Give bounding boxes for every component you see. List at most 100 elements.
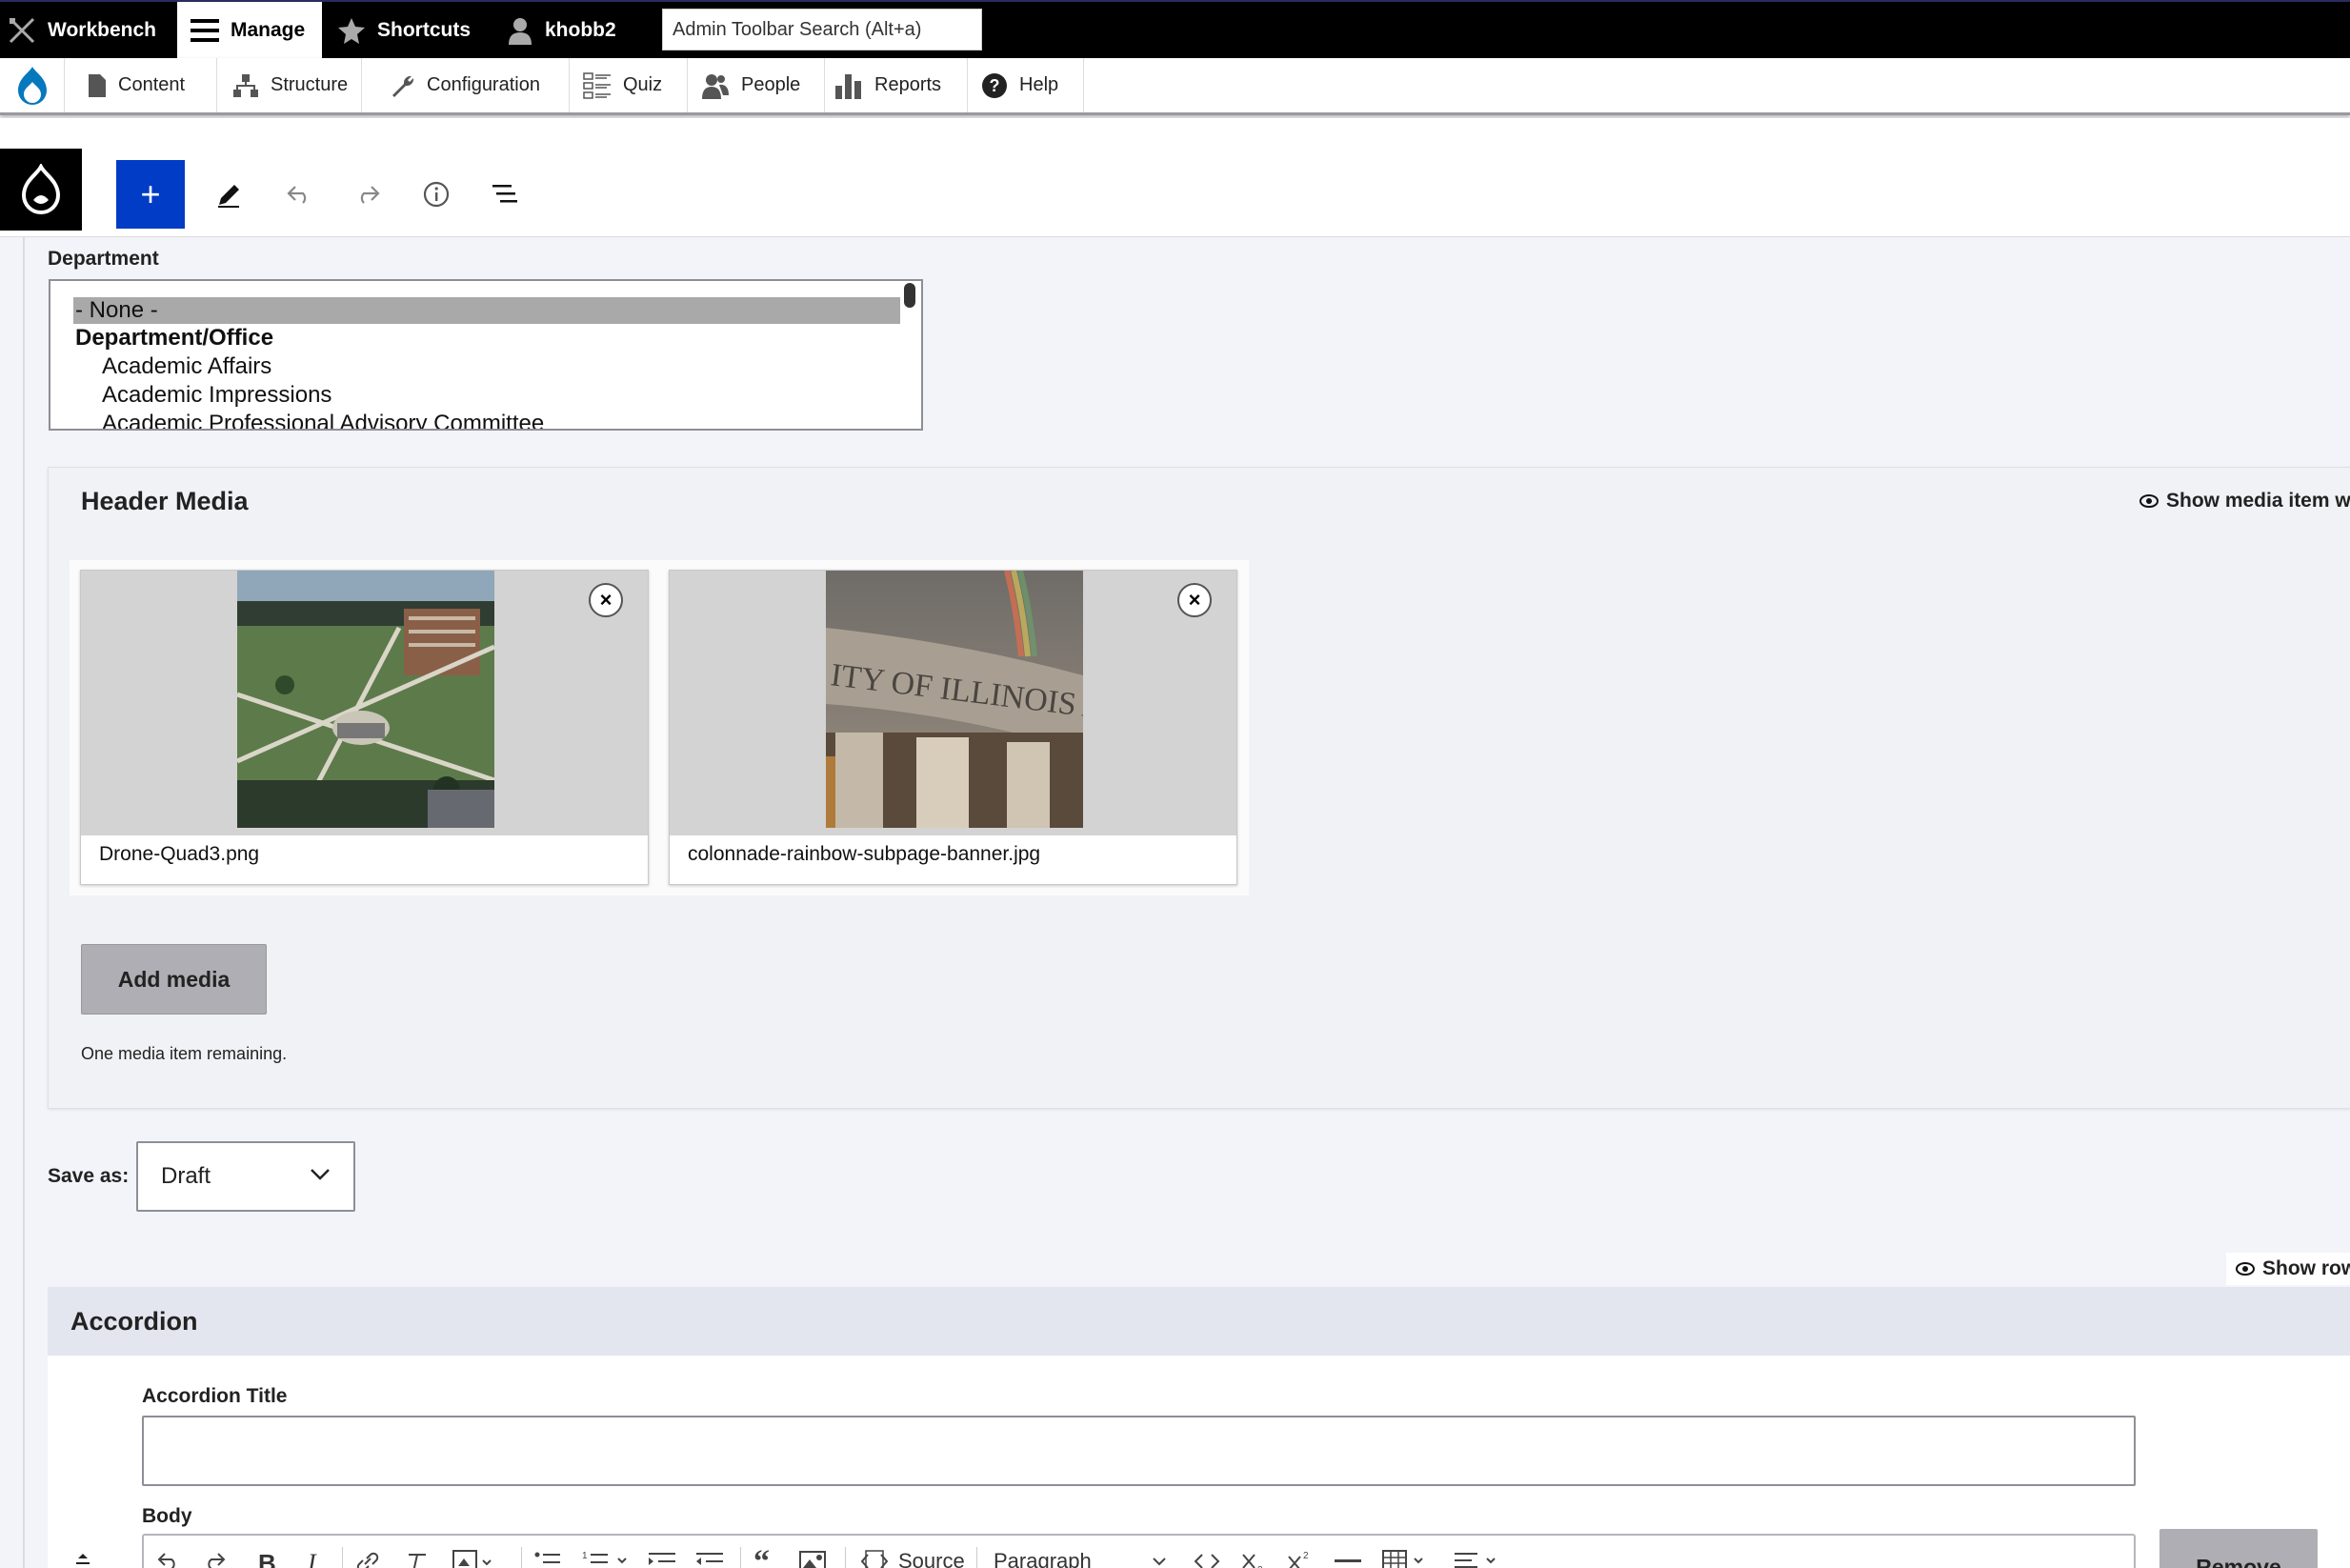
- nav-people-label: People: [741, 74, 801, 95]
- nav-help-label: Help: [1019, 74, 1059, 95]
- add-media-button[interactable]: Add media: [81, 944, 267, 1015]
- add-block-button[interactable]: +: [116, 160, 185, 229]
- indent-icon[interactable]: [649, 1551, 675, 1568]
- remove-paragraph-button[interactable]: Remove: [2159, 1529, 2318, 1568]
- nav-quiz-label: Quiz: [623, 74, 663, 95]
- add-media-label: Add media: [117, 966, 231, 992]
- toolbar-shortcuts[interactable]: Shortcuts: [337, 2, 471, 58]
- svg-text:1: 1: [582, 1551, 588, 1561]
- outline-button[interactable]: [484, 173, 526, 215]
- nav-quiz[interactable]: Quiz: [570, 58, 688, 112]
- accordion-header: [48, 1287, 2350, 1356]
- toolbar-workbench[interactable]: Workbench: [8, 2, 156, 58]
- select-scrollbar[interactable]: [904, 283, 915, 308]
- bulleted-list-icon[interactable]: [534, 1551, 561, 1568]
- toolbar-user-label: khobb2: [545, 18, 616, 41]
- admin-toolbar-search-input[interactable]: Admin Toolbar Search (Alt+a): [662, 9, 982, 50]
- table-icon[interactable]: [1382, 1549, 1428, 1568]
- remove-media-button[interactable]: ×: [589, 583, 623, 617]
- blockquote-icon[interactable]: “: [753, 1549, 780, 1568]
- media-insert-icon[interactable]: [452, 1549, 494, 1568]
- toolbar-separator: [976, 1547, 977, 1568]
- nav-configuration-label: Configuration: [427, 74, 540, 95]
- source-button[interactable]: Source: [898, 1549, 965, 1568]
- chevron-down-icon: [311, 1169, 330, 1180]
- nav-help[interactable]: ? Help: [968, 58, 1084, 112]
- paragraph-format-dropdown[interactable]: Paragraph: [994, 1549, 1092, 1568]
- media-item[interactable]: × Drone-Quad3.png: [80, 570, 649, 885]
- edit-button[interactable]: [209, 173, 251, 215]
- subscript-icon[interactable]: 2: [1241, 1551, 1268, 1568]
- nav-configuration[interactable]: Configuration: [362, 58, 570, 112]
- toolbar-separator: [740, 1547, 741, 1568]
- department-option[interactable]: Academic Affairs: [102, 353, 271, 380]
- workbench-icon: [9, 17, 35, 43]
- media-item[interactable]: ITY OF ILLINOIS AT × colonnade-rainbow-s…: [669, 570, 1237, 885]
- svg-text:?: ?: [990, 76, 1000, 95]
- redo-icon: [360, 186, 380, 204]
- save-as-label: Save as:: [48, 1165, 130, 1187]
- department-option[interactable]: - None -: [73, 297, 900, 324]
- editor-toolbar-bar: +: [0, 118, 2350, 237]
- remove-format-icon[interactable]: [405, 1551, 430, 1568]
- nav-content[interactable]: Content: [65, 58, 217, 112]
- eye-icon: [2236, 1262, 2255, 1276]
- toolbar-separator: [342, 1547, 343, 1568]
- nav-people[interactable]: People: [688, 58, 825, 112]
- source-icon: [860, 1550, 889, 1568]
- nav-structure-label: Structure: [271, 74, 349, 95]
- people-icon: [702, 73, 729, 99]
- toolbar-shortcuts-label: Shortcuts: [377, 18, 472, 41]
- svg-text:“: “: [753, 1549, 770, 1568]
- image-icon[interactable]: [799, 1549, 828, 1568]
- media-filename: colonnade-rainbow-subpage-banner.jpg: [688, 843, 1041, 865]
- accordion-title-input[interactable]: [142, 1416, 2136, 1486]
- toolbar-manage[interactable]: Manage: [177, 2, 322, 58]
- nav-reports[interactable]: Reports: [825, 58, 968, 112]
- ckeditor-toolbar: B I 1 “ Source Paragraph 2 2: [142, 1534, 2136, 1568]
- remove-media-button[interactable]: ×: [1177, 583, 1212, 617]
- close-icon: ×: [599, 588, 613, 612]
- quiz-icon: [583, 71, 611, 99]
- drupal-drop-icon[interactable]: [0, 149, 82, 231]
- department-option[interactable]: Academic Professional Advisory Committee: [102, 411, 544, 429]
- show-row-weights-link[interactable]: Show row: [2226, 1253, 2350, 1285]
- pencil-icon: [218, 185, 239, 208]
- nav-structure[interactable]: Structure: [217, 58, 362, 112]
- department-select[interactable]: - None - Department/Office Academic Affa…: [49, 279, 923, 431]
- nav-reports-label: Reports: [874, 74, 942, 95]
- chevron-down-icon: [1153, 1558, 1166, 1566]
- toolbar-user[interactable]: khobb2: [507, 2, 616, 58]
- department-option[interactable]: Academic Impressions: [102, 382, 331, 409]
- show-media-weights-link[interactable]: Show media item w: [2139, 490, 2350, 513]
- drag-handle-icon[interactable]: [72, 1553, 93, 1568]
- media-filename: Drone-Quad3.png: [99, 843, 260, 865]
- media-thumbnail: [81, 571, 648, 835]
- redo-button[interactable]: [347, 173, 389, 215]
- header-media-title: Header Media: [81, 487, 249, 515]
- hamburger-icon: [191, 18, 219, 42]
- numbered-list-icon[interactable]: 1: [582, 1549, 635, 1568]
- close-icon: ×: [1188, 588, 1201, 612]
- link-icon[interactable]: [355, 1551, 380, 1568]
- italic-button[interactable]: I: [308, 1549, 316, 1568]
- redo-icon[interactable]: [203, 1551, 226, 1568]
- horizontal-line-icon[interactable]: [1335, 1558, 1361, 1564]
- moderation-state-select[interactable]: Draft: [136, 1141, 355, 1212]
- alignment-icon[interactable]: [1455, 1551, 1508, 1568]
- info-icon: [423, 181, 450, 208]
- undo-icon[interactable]: [157, 1551, 180, 1568]
- code-icon[interactable]: [1194, 1551, 1220, 1568]
- show-row-weights-label: Show row: [2262, 1257, 2350, 1279]
- drupal-logo-icon[interactable]: [0, 58, 65, 112]
- accordion-title: Accordion: [70, 1307, 198, 1336]
- undo-button[interactable]: [278, 173, 320, 215]
- outdent-icon[interactable]: [696, 1551, 723, 1568]
- superscript-icon[interactable]: 2: [1287, 1549, 1314, 1568]
- user-icon: [509, 17, 532, 45]
- info-button[interactable]: [415, 173, 457, 215]
- drone-quad-image: [237, 571, 494, 828]
- bold-button[interactable]: B: [258, 1549, 276, 1568]
- left-divider: [23, 237, 25, 1568]
- nav-content-label: Content: [118, 74, 186, 95]
